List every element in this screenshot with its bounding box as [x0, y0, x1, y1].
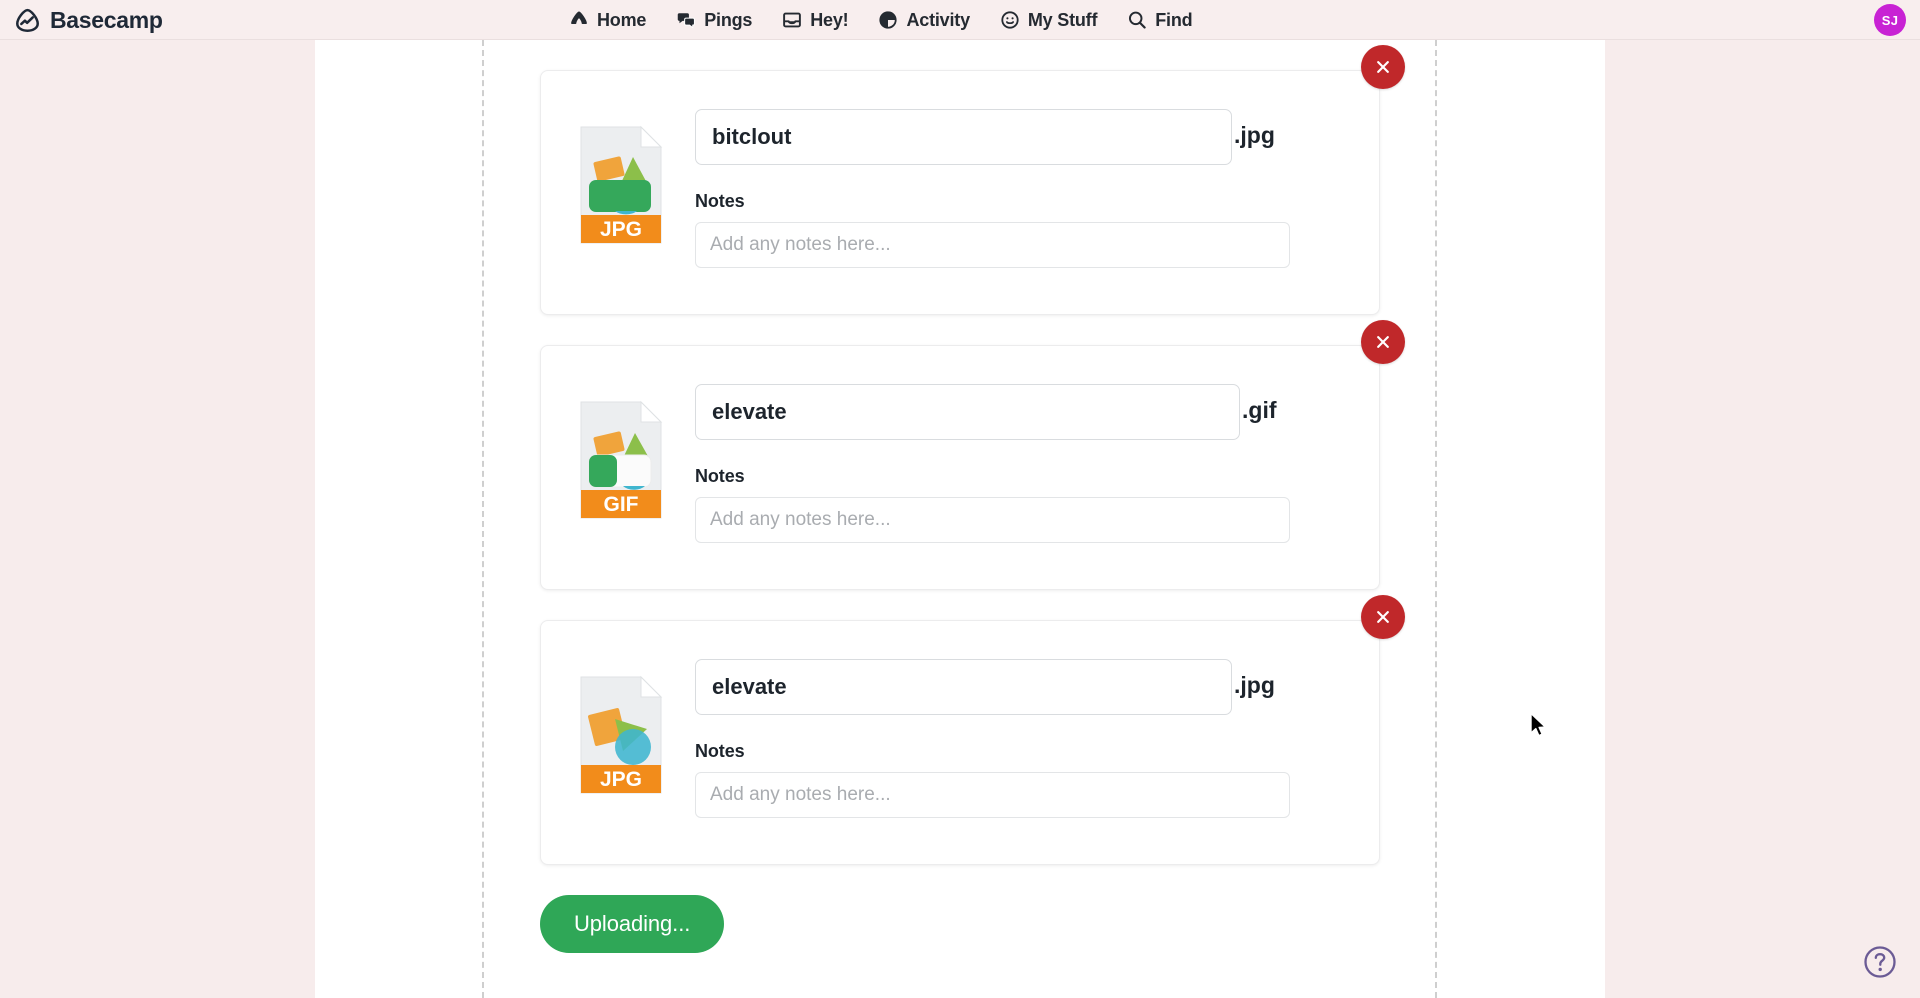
- basecamp-hill-icon: [14, 7, 41, 34]
- notes-label: Notes: [695, 191, 745, 211]
- filename-row: .jpg: [695, 659, 1345, 715]
- jpg-file-icon: JPG: [575, 675, 667, 795]
- file-extension: .gif: [1242, 397, 1277, 423]
- pie-clock-icon: [877, 9, 899, 31]
- remove-file-button[interactable]: [1361, 45, 1405, 89]
- file-type-label: JPG: [600, 218, 642, 241]
- file-extension: .jpg: [1234, 122, 1275, 148]
- dropzone-guide-right: [1435, 40, 1437, 998]
- file-extension: .jpg: [1234, 672, 1275, 698]
- search-icon: [1126, 9, 1148, 31]
- basecamp-home-link[interactable]: Basecamp: [14, 0, 163, 40]
- filename-row: .jpg: [695, 109, 1345, 165]
- nav-item-hey-label: Hey!: [810, 9, 849, 30]
- dropzone-guide-left: [482, 40, 484, 998]
- question-circle-icon: [1864, 946, 1896, 978]
- home-icon: [568, 9, 590, 31]
- nav-item-activity[interactable]: Activity: [877, 0, 970, 40]
- nav-item-pings[interactable]: Pings: [675, 0, 752, 40]
- file-fields: .jpg Notes: [695, 99, 1345, 268]
- notes-input[interactable]: [695, 222, 1290, 268]
- notes-label: Notes: [695, 466, 745, 486]
- submit-row: Uploading...: [540, 895, 1380, 953]
- file-fields: .gif Notes: [695, 374, 1345, 543]
- gif-file-icon: GIF: [575, 400, 667, 520]
- nav-item-activity-label: Activity: [906, 9, 970, 30]
- close-x-icon: [1377, 61, 1389, 73]
- file-type-label: GIF: [604, 493, 639, 516]
- inbox-tray-icon: [781, 9, 803, 31]
- smiley-face-icon: [999, 9, 1021, 31]
- notes-input[interactable]: [695, 497, 1290, 543]
- remove-file-button[interactable]: [1361, 595, 1405, 639]
- upload-file-list: JPG .jpg Notes: [540, 45, 1405, 953]
- filename-row: .gif: [695, 384, 1345, 440]
- right-gutter: [1605, 40, 1920, 998]
- app-root: Basecamp Home Pings Hey! Activity My Stu…: [0, 0, 1920, 998]
- left-gutter: [0, 40, 315, 998]
- content-panel: JPG .jpg Notes: [315, 40, 1605, 998]
- remove-file-button[interactable]: [1361, 320, 1405, 364]
- filename-input[interactable]: [695, 384, 1240, 440]
- close-x-icon: [1377, 336, 1389, 348]
- chat-bubbles-icon: [675, 9, 697, 31]
- nav-item-home-label: Home: [597, 9, 647, 30]
- brand-name: Basecamp: [50, 6, 163, 33]
- notes-label: Notes: [695, 741, 745, 761]
- nav-item-my-stuff[interactable]: My Stuff: [999, 0, 1097, 40]
- filename-input[interactable]: [695, 109, 1232, 165]
- nav-item-find-label: Find: [1155, 9, 1193, 30]
- filename-input[interactable]: [695, 659, 1232, 715]
- file-type-label: JPG: [600, 768, 642, 791]
- primary-nav: Home Pings Hey! Activity My Stuff Find: [568, 0, 1193, 40]
- nav-item-my-stuff-label: My Stuff: [1027, 9, 1098, 30]
- close-x-icon: [1377, 611, 1389, 623]
- file-fields: .jpg Notes: [695, 649, 1345, 818]
- nav-item-pings-label: Pings: [704, 9, 753, 30]
- avatar[interactable]: SJ: [1874, 4, 1906, 36]
- upload-file-card: JPG .jpg Notes: [540, 595, 1405, 865]
- help-button[interactable]: [1862, 944, 1898, 980]
- notes-input[interactable]: [695, 772, 1290, 818]
- upload-submit-button[interactable]: Uploading...: [540, 895, 725, 953]
- nav-item-find[interactable]: Find: [1126, 0, 1193, 40]
- upload-file-card: GIF .gif Notes: [540, 320, 1405, 590]
- nav-item-home[interactable]: Home: [568, 0, 646, 40]
- upload-file-card: JPG .jpg Notes: [540, 45, 1405, 315]
- jpg-file-icon: JPG: [575, 125, 667, 245]
- top-navigation-bar: Basecamp Home Pings Hey! Activity My Stu…: [0, 0, 1920, 40]
- nav-item-hey[interactable]: Hey!: [781, 0, 849, 40]
